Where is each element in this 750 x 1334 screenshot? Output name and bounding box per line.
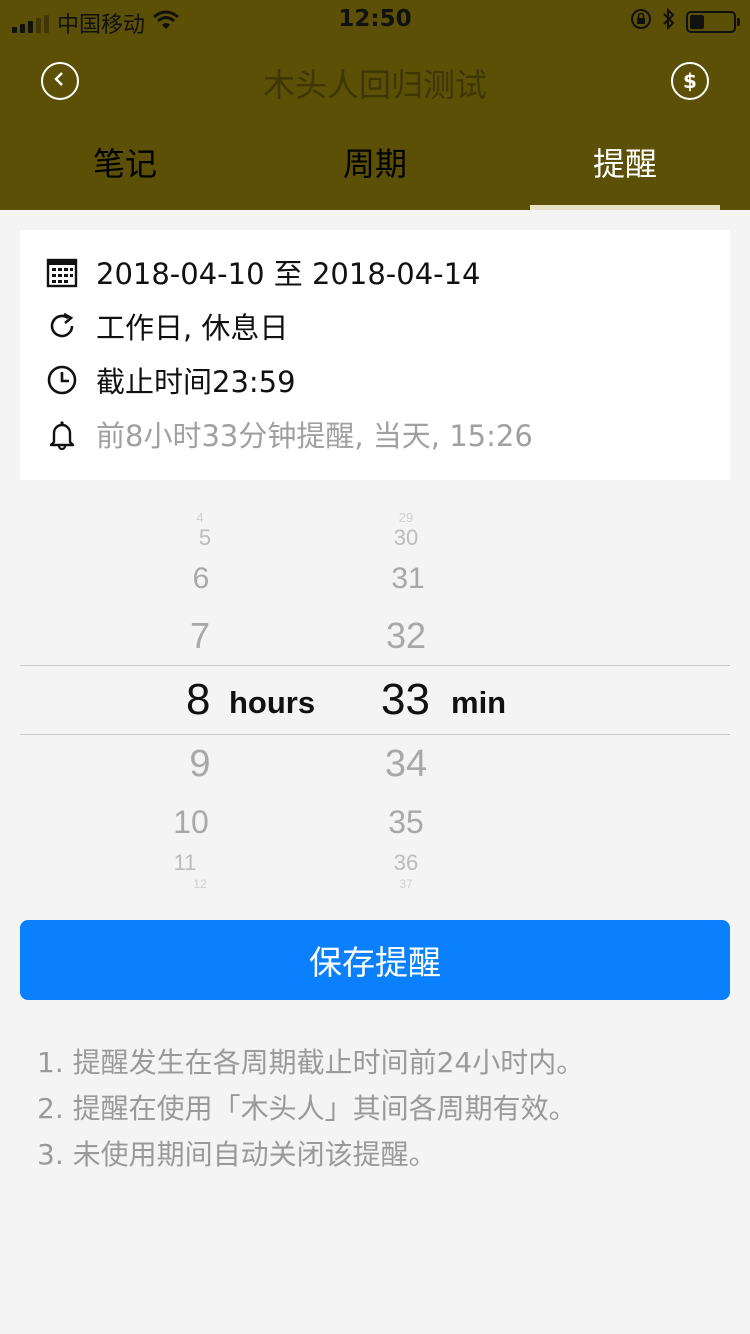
minute-option[interactable]: 31 (368, 562, 448, 596)
status-bar: 中国移动 12:50 (0, 0, 750, 40)
reminder-row: 前8小时33分钟提醒, 当天, 15:26 (44, 414, 533, 454)
note-item: 2. 提醒在使用「木头人」其间各周期有效。 (37, 1092, 577, 1125)
tab-reminder[interactable]: 提醒 (500, 125, 750, 210)
hour-option[interactable]: 12 (160, 877, 240, 891)
reminder-text: 前8小时33分钟提醒, 当天, 15:26 (96, 419, 533, 453)
save-reminder-button[interactable]: 保存提醒 (20, 920, 730, 1000)
tab-cycle[interactable]: 周期 (250, 125, 500, 210)
minute-option[interactable]: 34 (366, 743, 446, 786)
selected-hour[interactable]: 8 (186, 675, 210, 725)
calendar-icon (44, 254, 80, 290)
nav-bar: 木头人回归测试 $ (0, 40, 750, 120)
deadline-text: 截止时间23:59 (96, 365, 296, 399)
hour-option[interactable]: 4 (160, 510, 240, 525)
repeat-row: 工作日, 休息日 (44, 306, 288, 346)
reminder-info-card: 2018-04-10 至 2018-04-14 工作日, 休息日 截止时间23:… (20, 230, 730, 480)
minute-option[interactable]: 35 (366, 804, 446, 841)
note-item: 3. 未使用期间自动关闭该提醒。 (37, 1138, 437, 1171)
date-range-text: 2018-04-10 至 2018-04-14 (96, 257, 481, 291)
selected-minute[interactable]: 33 (381, 675, 430, 725)
minutes-unit-label: min (451, 685, 507, 720)
minute-option[interactable]: 32 (366, 615, 446, 657)
hour-option[interactable]: 11 (150, 850, 220, 876)
minute-option[interactable]: 36 (366, 850, 446, 876)
tab-label: 笔记 (92, 145, 157, 183)
clock-icon (44, 362, 80, 398)
battery-icon (686, 11, 740, 33)
minute-option[interactable]: 37 (366, 877, 446, 891)
header: 中国移动 12:50 木头人回归测试 $ 笔记 周期 提醒 (0, 0, 750, 210)
tab-label: 周期 (342, 145, 407, 183)
hour-option[interactable]: 5 (160, 525, 250, 551)
picker-selection-bottom-line (20, 734, 730, 735)
bell-icon (44, 416, 80, 452)
hour-option[interactable]: 9 (160, 743, 240, 786)
hour-option[interactable]: 10 (150, 804, 232, 841)
notes-list: 1. 提醒发生在各周期截止时间前24小时内。 2. 提醒在使用「木头人」其间各周… (37, 1040, 584, 1178)
note-item: 1. 提醒发生在各周期截止时间前24小时内。 (37, 1046, 585, 1079)
minute-option[interactable]: 29 (366, 510, 446, 525)
picker-selection-top-line (20, 665, 730, 666)
repeat-icon (44, 308, 80, 344)
deadline-row: 截止时间23:59 (44, 360, 296, 400)
tab-label: 提醒 (592, 145, 657, 183)
page-title: 木头人回归测试 (262, 66, 487, 104)
tab-notes[interactable]: 笔记 (0, 125, 250, 210)
hour-option[interactable]: 6 (160, 562, 242, 596)
money-button[interactable]: $ (671, 62, 709, 100)
tab-bar: 笔记 周期 提醒 (0, 125, 750, 210)
hour-option[interactable]: 7 (160, 615, 240, 657)
active-tab-indicator (530, 205, 720, 210)
bluetooth-icon (662, 7, 676, 36)
hours-unit-label: hours (229, 685, 316, 720)
dollar-icon: $ (683, 69, 697, 93)
date-range-row: 2018-04-10 至 2018-04-14 (44, 252, 481, 292)
minute-option[interactable]: 30 (366, 525, 446, 551)
rotation-lock-icon (630, 8, 652, 36)
repeat-text: 工作日, 休息日 (96, 311, 289, 345)
